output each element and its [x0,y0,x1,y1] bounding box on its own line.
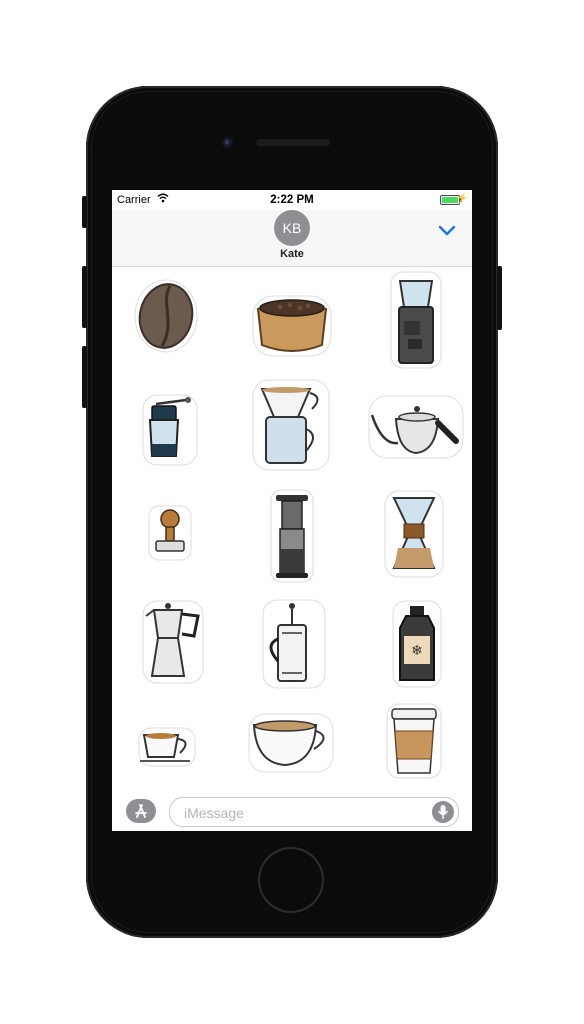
gooseneck-kettle-icon[interactable] [368,395,464,459]
moka-pot-icon[interactable] [142,600,204,684]
espresso-tamper-icon[interactable] [148,505,192,561]
sticker-grid: ❄ [112,267,472,791]
microphone-button[interactable] [432,801,454,823]
conversation-header: KB Kate [112,210,472,267]
chevron-down-icon[interactable] [438,224,456,242]
french-press-icon[interactable] [262,599,326,689]
earpiece-speaker [256,139,330,146]
app-store-button[interactable] [126,799,156,823]
pour-over-dripper-icon[interactable] [252,379,330,471]
coffee-bean-icon[interactable] [132,278,200,354]
battery-fill [442,197,458,203]
volume-up-button [82,266,87,328]
microphone-icon [437,805,449,819]
svg-text:❄: ❄ [411,643,423,659]
clock: 2:22 PM [270,194,314,206]
app-store-icon [135,804,147,818]
latte-cup-icon[interactable] [248,713,334,773]
hand-grinder-icon[interactable] [142,394,198,466]
volume-down-button [82,346,87,408]
aeropress-icon[interactable] [270,489,314,583]
mute-switch [82,196,87,228]
cold-brew-bottle-icon[interactable]: ❄ [392,600,442,688]
charging-icon: ⚡ [456,193,468,203]
electric-grinder-icon[interactable] [390,271,442,369]
espresso-cup-icon[interactable] [138,727,196,767]
power-button [497,266,502,330]
chemex-icon[interactable] [384,490,444,578]
coffee-sack-icon[interactable] [252,295,332,357]
contact-name[interactable]: Kate [112,248,472,260]
message-field[interactable] [169,797,459,827]
message-input[interactable] [182,802,426,824]
front-camera [221,136,234,149]
home-button[interactable] [260,849,322,911]
compose-bar [112,791,472,831]
takeaway-cup-icon[interactable] [386,703,442,779]
screen: Carrier 2:22 PM ⚡ KB Kate ❄ iMessage [112,190,472,831]
status-bar: Carrier 2:22 PM ⚡ [112,190,472,210]
avatar[interactable]: KB [274,210,310,246]
